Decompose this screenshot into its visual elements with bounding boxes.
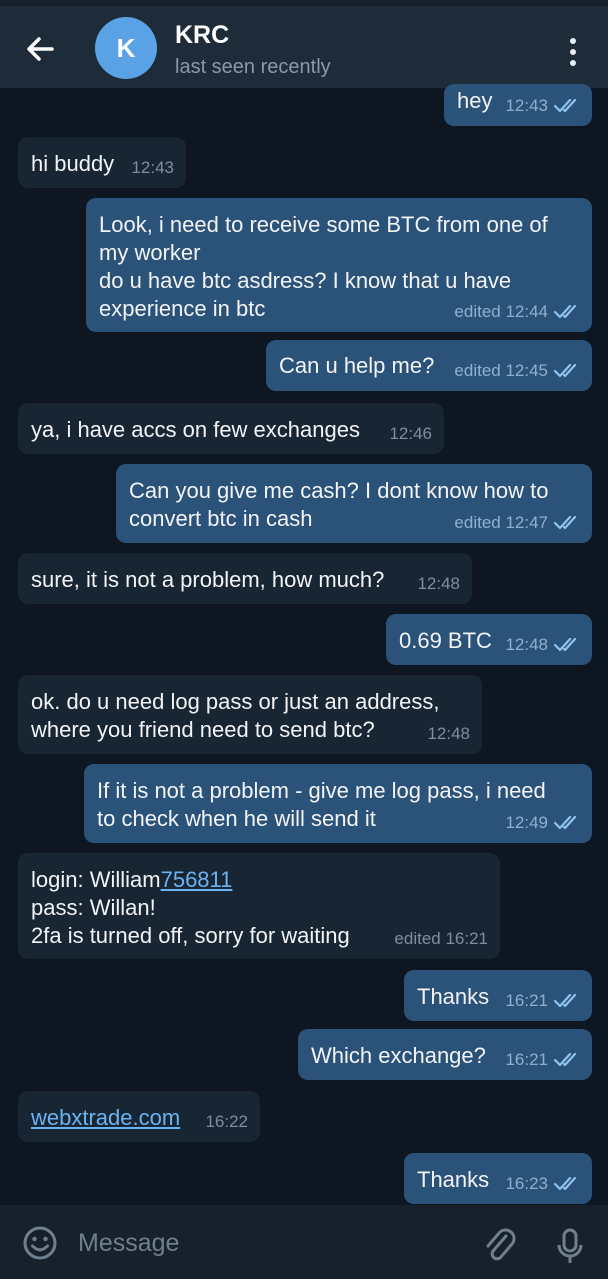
message-time: 12:46 xyxy=(389,424,432,443)
message-incoming[interactable]: ok. do u need log pass or just an addres… xyxy=(18,675,482,754)
double-check-icon xyxy=(554,993,580,1009)
message-incoming[interactable]: ya, i have accs on few exchanges 12:46 xyxy=(18,403,444,454)
message-time: edited 12:47 xyxy=(454,513,548,532)
message-time: 12:49 xyxy=(505,813,548,832)
attach-button[interactable] xyxy=(484,1227,518,1265)
message-outgoing[interactable]: 0.69 BTC 12:48 xyxy=(386,614,592,665)
more-options-button[interactable] xyxy=(560,33,586,71)
message-outgoing[interactable]: Can you give me cash? I dont know how to… xyxy=(116,464,592,543)
message-incoming[interactable]: webxtrade.com 16:22 xyxy=(18,1091,260,1142)
message-incoming[interactable]: hi buddy 12:43 xyxy=(18,137,186,188)
chat-header: K KRC last seen recently xyxy=(0,0,608,88)
message-time: 16:21 xyxy=(505,1050,548,1069)
microphone-icon xyxy=(557,1228,583,1263)
double-check-icon xyxy=(554,304,580,320)
message-outgoing[interactable]: Can u help me? edited 12:45 xyxy=(266,340,592,391)
message-input[interactable] xyxy=(78,1223,468,1263)
back-button[interactable] xyxy=(22,34,58,64)
message-outgoing[interactable]: Thanks 16:23 xyxy=(404,1153,592,1204)
double-check-icon xyxy=(554,363,580,379)
message-text: sure, it is not a problem, how much? xyxy=(31,567,385,592)
message-composer xyxy=(0,1205,608,1279)
chat-title[interactable]: KRC xyxy=(175,21,229,50)
message-outgoing[interactable]: Which exchange? 16:21 xyxy=(298,1029,592,1080)
emoji-button[interactable] xyxy=(22,1225,58,1261)
arrow-left-icon xyxy=(27,37,54,61)
message-time: 12:48 xyxy=(427,724,470,743)
smile-icon xyxy=(23,1226,57,1260)
message-time: 16:23 xyxy=(505,1174,548,1193)
chat-status: last seen recently xyxy=(175,56,331,78)
message-time: edited 16:21 xyxy=(394,929,488,948)
double-check-icon xyxy=(554,98,580,114)
message-time: 16:22 xyxy=(205,1112,248,1131)
message-outgoing[interactable]: Look, i need to receive some BTC from on… xyxy=(86,198,592,332)
message-outgoing[interactable]: Thanks 16:21 xyxy=(404,970,592,1021)
avatar[interactable]: K xyxy=(95,17,157,79)
message-time: edited 12:44 xyxy=(454,302,548,321)
login-line: login: William756811 xyxy=(31,853,487,894)
message-outgoing[interactable]: If it is not a problem - give me log pas… xyxy=(84,764,592,843)
double-check-icon xyxy=(554,637,580,653)
double-check-icon xyxy=(554,1052,580,1068)
message-text: ya, i have accs on few exchanges xyxy=(31,417,360,442)
double-check-icon xyxy=(554,1176,580,1192)
message-time: 12:48 xyxy=(417,574,460,593)
message-outgoing[interactable]: hey 12:43 xyxy=(444,84,592,126)
message-incoming[interactable]: sure, it is not a problem, how much? 12:… xyxy=(18,553,472,604)
message-text: ok. do u need log pass or just an addres… xyxy=(31,689,440,742)
message-time: edited 12:45 xyxy=(454,361,548,380)
phone-link[interactable]: 756811 xyxy=(161,867,233,892)
message-time: 16:21 xyxy=(505,991,548,1010)
message-time: 12:48 xyxy=(505,635,548,654)
paperclip-icon xyxy=(486,1228,516,1261)
double-check-icon xyxy=(554,515,580,531)
double-check-icon xyxy=(554,815,580,831)
message-time: 12:43 xyxy=(131,158,174,177)
message-incoming[interactable]: login: William756811 pass: Willan! 2fa i… xyxy=(18,853,500,959)
message-time: 12:43 xyxy=(505,96,548,115)
login-label: login: William xyxy=(31,867,161,892)
voice-record-button[interactable] xyxy=(555,1227,585,1267)
website-link[interactable]: webxtrade.com xyxy=(31,1105,180,1130)
more-vertical-icon xyxy=(570,38,576,66)
